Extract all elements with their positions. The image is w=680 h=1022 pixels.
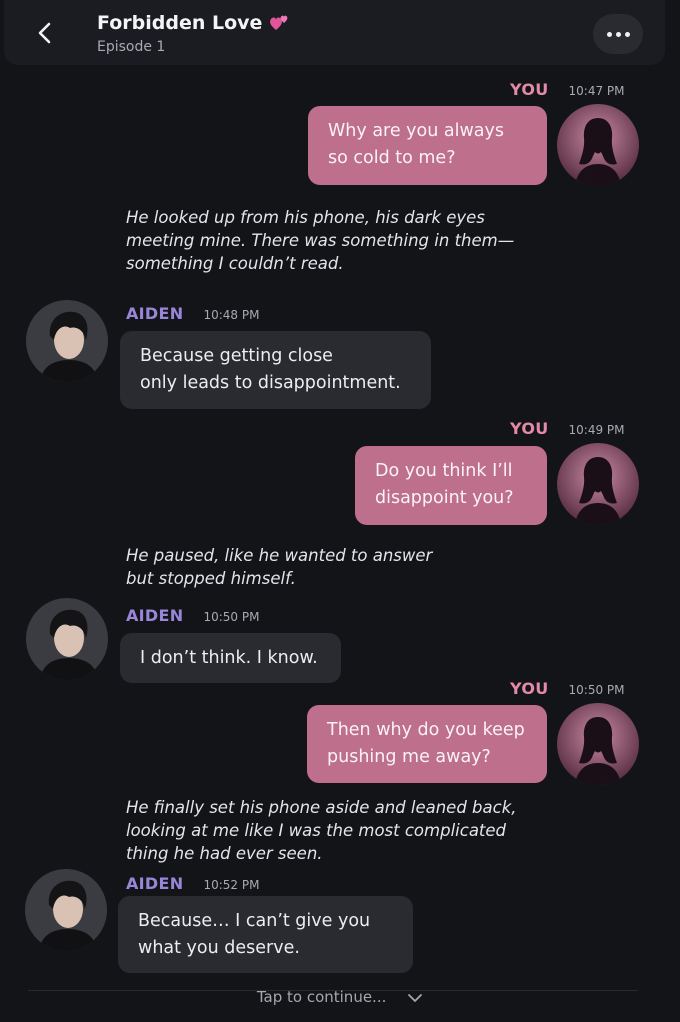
more-dot: [624, 31, 630, 37]
message-meta: YOU 10:50 PM: [510, 679, 625, 698]
aiden-message-bubble: Because… I can’t give you what you deser…: [118, 896, 413, 973]
tap-to-continue-label: Tap to continue...: [256, 988, 387, 1006]
more-options-button[interactable]: [593, 14, 643, 54]
message-meta: YOU 10:49 PM: [510, 419, 625, 438]
user-silhouette-icon: [557, 703, 639, 785]
sender-name: AIDEN: [126, 304, 184, 323]
aiden-avatar: [26, 598, 108, 680]
message-meta: AIDEN 10:50 PM: [126, 606, 259, 625]
more-horizontal-icon: [606, 31, 612, 37]
tap-to-continue-button[interactable]: Tap to continue...: [0, 988, 680, 1006]
chevron-left-icon: [38, 22, 51, 44]
episode-label: Episode 1: [97, 39, 166, 55]
user-avatar: [557, 443, 639, 525]
sender-name: YOU: [510, 80, 549, 99]
message-time: 10:48 PM: [203, 308, 260, 322]
story-title: Forbidden Love: [97, 12, 263, 34]
chevron-down-icon: [408, 993, 423, 1002]
title-row: Forbidden Love: [97, 12, 290, 34]
aiden-message-bubble: I don’t think. I know.: [120, 633, 341, 683]
sender-name: AIDEN: [126, 606, 184, 625]
user-silhouette-icon: [557, 443, 639, 525]
aiden-avatar: [26, 300, 108, 382]
narration-text: He paused, like he wanted to answer but …: [126, 546, 433, 588]
message-time: 10:50 PM: [568, 683, 625, 697]
sender-name: YOU: [510, 419, 549, 438]
chat-header: Forbidden Love Episode 1: [4, 0, 665, 65]
message-time: 10:50 PM: [203, 610, 260, 624]
back-button[interactable]: [30, 18, 60, 48]
message-meta: AIDEN 10:52 PM: [126, 874, 259, 893]
user-avatar: [557, 104, 639, 186]
message-meta: YOU 10:47 PM: [510, 80, 625, 99]
aiden-portrait-icon: [25, 869, 107, 951]
aiden-portrait-icon: [26, 300, 108, 382]
message-meta: AIDEN 10:48 PM: [126, 304, 259, 323]
aiden-message-bubble: Because getting close only leads to disa…: [120, 331, 431, 409]
user-message-bubble: Why are you always so cold to me?: [308, 106, 547, 185]
narration-text: He looked up from his phone, his dark ey…: [126, 208, 515, 273]
user-message-bubble: Then why do you keep pushing me away?: [307, 705, 547, 783]
user-message-bubble: Do you think I’ll disappoint you?: [355, 446, 547, 525]
aiden-portrait-icon: [26, 598, 108, 680]
more-dot: [615, 31, 621, 37]
message-time: 10:47 PM: [568, 84, 625, 98]
sender-name: YOU: [510, 679, 549, 698]
sender-name: AIDEN: [126, 874, 184, 893]
narration-text: He finally set his phone aside and leane…: [126, 798, 517, 863]
aiden-avatar: [25, 869, 107, 951]
user-silhouette-icon: [557, 104, 639, 186]
two-hearts-icon: [270, 15, 288, 30]
message-time: 10:52 PM: [203, 878, 260, 892]
message-time: 10:49 PM: [568, 423, 625, 437]
user-avatar: [557, 703, 639, 785]
